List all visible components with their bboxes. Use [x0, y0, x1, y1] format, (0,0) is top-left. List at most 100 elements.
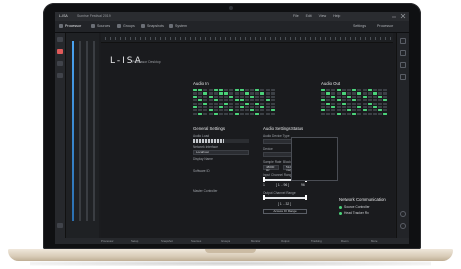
routing-cell[interactable] — [378, 95, 383, 98]
routing-cell[interactable] — [383, 109, 388, 112]
routing-cell[interactable] — [250, 102, 255, 105]
routing-cell[interactable] — [367, 99, 372, 102]
routing-cell[interactable] — [378, 102, 383, 105]
access-io-range-button[interactable]: Access IO Range — [263, 209, 307, 214]
routing-cell[interactable] — [260, 89, 265, 92]
routing-cell[interactable] — [218, 105, 223, 109]
settings-button[interactable]: Settings — [353, 24, 366, 28]
routing-cell[interactable] — [331, 92, 336, 95]
routing-cell[interactable] — [336, 112, 341, 115]
routing-cell[interactable] — [331, 99, 336, 102]
routing-cell[interactable] — [321, 102, 325, 105]
routing-cell[interactable] — [244, 109, 249, 112]
bottom-bar-item[interactable]: Sources — [191, 239, 201, 243]
routing-cell[interactable] — [239, 89, 244, 92]
routing-cell[interactable] — [372, 112, 377, 115]
output-range-slider[interactable] — [263, 197, 307, 199]
refresh-icon[interactable] — [400, 211, 406, 217]
routing-cell[interactable] — [208, 95, 213, 98]
routing-cell[interactable] — [244, 92, 249, 95]
bottom-bar-item[interactable]: Processor — [101, 239, 114, 243]
routing-cell[interactable] — [244, 102, 249, 105]
routing-cell[interactable] — [239, 102, 244, 105]
routing-cell[interactable] — [203, 92, 208, 95]
routing-cell[interactable] — [208, 92, 213, 95]
menu-edit[interactable]: Edit — [306, 14, 312, 18]
routing-cell[interactable] — [250, 89, 255, 92]
routing-cell[interactable] — [239, 109, 244, 112]
routing-cell[interactable] — [346, 95, 351, 98]
routing-cell[interactable] — [357, 89, 362, 92]
routing-cell[interactable] — [346, 89, 351, 92]
routing-cell[interactable] — [260, 109, 265, 112]
menu-view[interactable]: View — [319, 14, 327, 18]
routing-cell[interactable] — [198, 95, 203, 98]
routing-cell[interactable] — [336, 109, 341, 112]
routing-cell[interactable] — [367, 92, 372, 95]
routing-cell[interactable] — [208, 112, 213, 115]
routing-cell[interactable] — [357, 102, 362, 105]
routing-cell[interactable] — [378, 89, 383, 92]
routing-cell[interactable] — [383, 105, 388, 109]
routing-cell[interactable] — [378, 112, 383, 115]
routing-cell[interactable] — [362, 92, 367, 95]
routing-cell[interactable] — [383, 92, 388, 95]
routing-cell[interactable] — [198, 105, 203, 109]
routing-cell[interactable] — [244, 112, 249, 115]
routing-cell[interactable] — [244, 99, 249, 102]
menu-help[interactable]: Help — [333, 14, 340, 18]
routing-cell[interactable] — [234, 92, 239, 95]
routing-cell[interactable] — [346, 92, 351, 95]
routing-cell[interactable] — [331, 95, 336, 98]
routing-cell[interactable] — [352, 109, 357, 112]
routing-cell[interactable] — [378, 105, 383, 109]
routing-cell[interactable] — [218, 109, 223, 112]
routing-cell[interactable] — [265, 109, 270, 112]
bottom-bar-item[interactable]: Output — [281, 239, 289, 243]
routing-cell[interactable] — [321, 109, 325, 112]
routing-cell[interactable] — [378, 99, 383, 102]
record-icon[interactable] — [57, 37, 63, 42]
routing-cell[interactable] — [213, 109, 218, 112]
routing-cell[interactable] — [372, 102, 377, 105]
routing-cell[interactable] — [270, 109, 275, 112]
routing-cell[interactable] — [357, 105, 362, 109]
routing-cell[interactable] — [250, 112, 255, 115]
routing-cell[interactable] — [362, 105, 367, 109]
routing-cell[interactable] — [229, 89, 234, 92]
routing-cell[interactable] — [260, 99, 265, 102]
routing-cell[interactable] — [352, 95, 357, 98]
routing-cell[interactable] — [383, 89, 388, 92]
routing-cell[interactable] — [357, 92, 362, 95]
routing-cell[interactable] — [255, 112, 260, 115]
bottom-bar-item[interactable]: Snapshot — [161, 239, 173, 243]
tab-groups[interactable]: Groups — [117, 24, 135, 29]
routing-cell[interactable] — [239, 92, 244, 95]
routing-cell[interactable] — [341, 99, 346, 102]
routing-cell[interactable] — [213, 102, 218, 105]
routing-cell[interactable] — [208, 102, 213, 105]
routing-cell[interactable] — [255, 109, 260, 112]
routing-cell[interactable] — [229, 102, 234, 105]
routing-cell[interactable] — [265, 95, 270, 98]
output-range-min-handle[interactable] — [263, 195, 265, 200]
routing-cell[interactable] — [378, 92, 383, 95]
routing-cell[interactable] — [357, 109, 362, 112]
routing-cell[interactable] — [234, 105, 239, 109]
routing-cell[interactable] — [383, 95, 388, 98]
fader-2[interactable] — [79, 41, 81, 221]
routing-cell[interactable] — [336, 95, 341, 98]
routing-cell[interactable] — [270, 92, 275, 95]
routing-cell[interactable] — [378, 109, 383, 112]
routing-cell[interactable] — [193, 99, 197, 102]
routing-cell[interactable] — [372, 89, 377, 92]
routing-cell[interactable] — [213, 112, 218, 115]
routing-cell[interactable] — [224, 105, 229, 109]
routing-cell[interactable] — [260, 102, 265, 105]
routing-cell[interactable] — [352, 99, 357, 102]
routing-cell[interactable] — [234, 112, 239, 115]
routing-cell[interactable] — [341, 92, 346, 95]
routing-cell[interactable] — [367, 89, 372, 92]
routing-cell[interactable] — [326, 109, 331, 112]
bottom-bar-item[interactable]: Groups — [221, 239, 230, 243]
